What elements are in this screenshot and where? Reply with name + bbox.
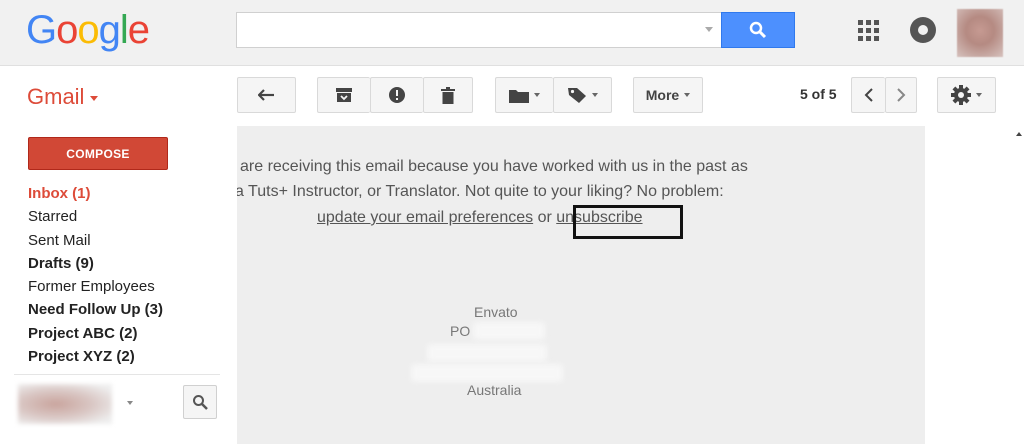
labels-button[interactable] <box>553 77 612 113</box>
archive-icon <box>336 88 352 102</box>
logo-letter: G <box>26 8 57 52</box>
newer-button[interactable] <box>851 77 885 113</box>
email-text-line: a Tuts+ Instructor, or Translator. Not q… <box>237 183 724 200</box>
more-label: More <box>645 87 680 103</box>
chevron-down-icon <box>90 95 99 101</box>
trash-icon <box>441 86 455 104</box>
more-button[interactable]: More <box>633 77 703 113</box>
chevron-down-icon <box>534 93 540 97</box>
gmail-menu[interactable]: Gmail <box>27 84 99 110</box>
sidebar-item[interactable]: Need Follow Up (3) <box>28 300 228 323</box>
sidebar-divider <box>14 374 220 375</box>
sidebar-nav: Inbox (1) Starred Sent Mail Drafts (9) Forme… <box>28 184 228 370</box>
email-preferences-link[interactable]: update your email preferences <box>317 209 533 226</box>
back-arrow-icon <box>257 89 274 101</box>
sidebar-item[interactable]: Drafts (9) <box>28 254 228 277</box>
logo-letter: o <box>77 8 99 52</box>
pager-count: 5 of 5 <box>800 86 837 102</box>
email-body: are receiving this email because you hav… <box>237 126 925 444</box>
top-bar: Google <box>0 0 1024 66</box>
sidebar-item[interactable]: Former Employees <box>28 277 228 300</box>
chevron-down-icon <box>591 93 598 97</box>
gear-icon <box>951 85 971 105</box>
gmail-label: Gmail <box>27 84 85 109</box>
chevron-down-icon <box>976 93 982 97</box>
address-country: Australia <box>467 382 522 398</box>
apps-grid-icon[interactable] <box>856 18 880 42</box>
settings-button[interactable] <box>937 77 996 113</box>
sidebar-item[interactable]: Starred <box>28 207 228 230</box>
address-po: PO <box>450 323 471 339</box>
sidebar-item[interactable]: Sent Mail <box>28 231 228 254</box>
chevron-down-icon[interactable] <box>127 401 133 405</box>
move-to-button[interactable] <box>495 77 553 113</box>
archive-button[interactable] <box>317 77 370 113</box>
search-icon <box>749 21 767 39</box>
sidebar-item[interactable]: Inbox (1) <box>28 184 228 207</box>
delete-button[interactable] <box>423 77 473 113</box>
search-field[interactable] <box>237 13 677 47</box>
logo-letter: l <box>119 8 129 52</box>
search-icon <box>193 395 208 410</box>
back-button[interactable] <box>237 77 296 113</box>
search-input[interactable] <box>236 12 722 48</box>
report-spam-button[interactable] <box>370 77 423 113</box>
report-spam-icon <box>389 87 405 103</box>
redacted-address <box>427 344 547 362</box>
label-icon <box>567 88 586 103</box>
or-text: or <box>533 209 557 226</box>
folder-icon <box>509 89 529 103</box>
sidebar-item[interactable]: Project ABC (2) <box>28 324 228 347</box>
sidebar-item[interactable]: Project XYZ (2) <box>28 347 228 370</box>
google-logo[interactable]: Google <box>26 8 150 53</box>
account-avatar[interactable] <box>957 9 1003 57</box>
chevron-right-icon <box>897 88 906 102</box>
chat-search-button[interactable] <box>183 385 217 419</box>
logo-letter: e <box>127 8 150 52</box>
redacted-address <box>473 322 545 340</box>
email-text-line: are receiving this email because you hav… <box>240 158 748 175</box>
redacted-address <box>411 364 563 382</box>
logo-letter: g <box>98 8 121 52</box>
chat-status-avatar[interactable] <box>18 384 112 424</box>
address-company: Envato <box>474 304 518 320</box>
older-button[interactable] <box>885 77 917 113</box>
scroll-up-icon[interactable] <box>1016 132 1022 136</box>
scrollbar[interactable] <box>1012 126 1024 444</box>
logo-letter: o <box>56 8 78 52</box>
compose-button[interactable]: COMPOSE <box>28 137 168 170</box>
notifications-icon[interactable] <box>910 17 936 43</box>
search-button[interactable] <box>721 12 795 48</box>
unsubscribe-highlight-box <box>573 205 683 239</box>
search-options-caret-icon[interactable] <box>705 27 713 32</box>
chevron-down-icon <box>684 93 691 97</box>
chevron-left-icon <box>864 88 873 102</box>
